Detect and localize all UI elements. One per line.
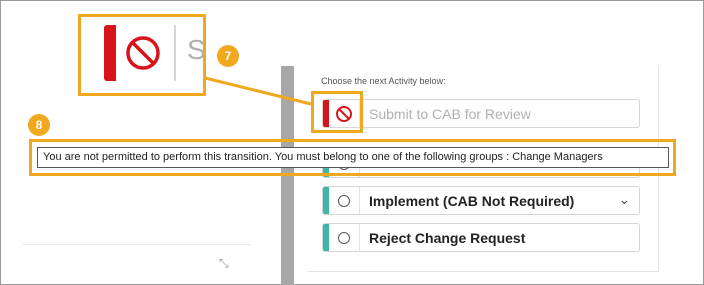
callout-box-zoom — [78, 14, 206, 96]
callout-badge-7: 7 — [217, 45, 239, 67]
